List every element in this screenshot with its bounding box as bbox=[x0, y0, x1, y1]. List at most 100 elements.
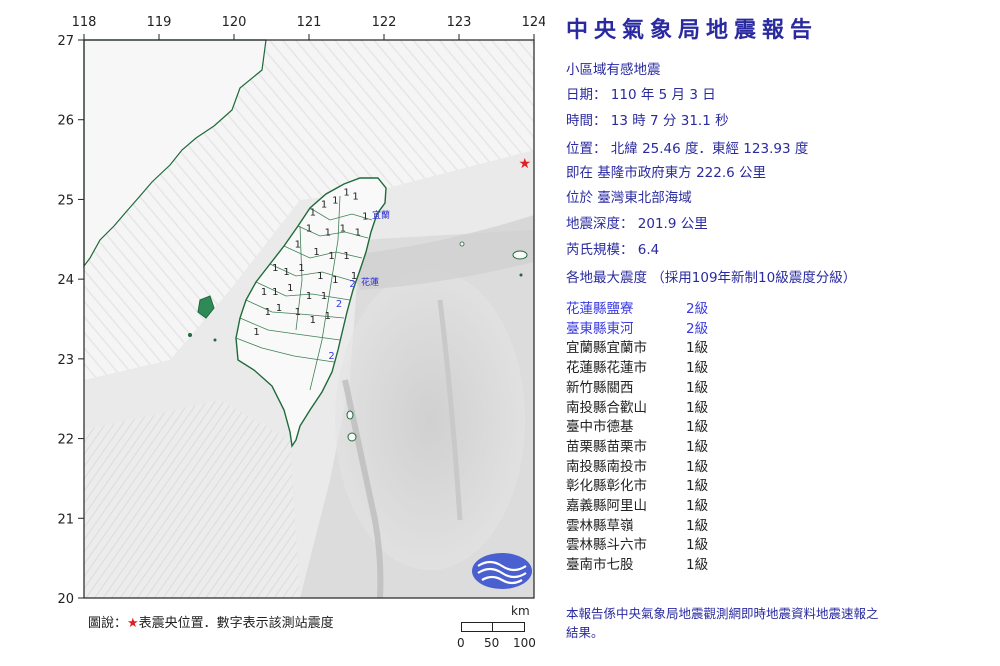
station-intensity: 2級 bbox=[686, 301, 709, 317]
station-name: 新竹縣關西 bbox=[566, 379, 634, 396]
station-intensity: 1級 bbox=[686, 517, 709, 534]
map-canvas: 118 119 120 121 122 123 1242726252423222120 11… bbox=[57, 15, 545, 607]
city-label-hualien: 花蓮 bbox=[361, 276, 379, 288]
scale-bar-mid bbox=[492, 622, 493, 632]
islet bbox=[188, 333, 192, 337]
station-intensity-mark: 1 bbox=[295, 307, 301, 318]
legend-prefix: 圖說： bbox=[88, 616, 128, 631]
map-legend: 圖說：★表震央位置．數字表示該測站震度 bbox=[88, 612, 334, 631]
station-intensity-mark: 1 bbox=[306, 223, 312, 234]
station-name: 南投縣南投市 bbox=[566, 458, 647, 475]
lat-tick-label: 23 bbox=[57, 353, 74, 368]
intensity-heading: 各地最大震度 （採用109年新制10級震度分級） bbox=[566, 270, 857, 286]
station-intensity-mark: 1 bbox=[310, 207, 316, 218]
yonaguni-island bbox=[512, 250, 528, 260]
lon-tick-label: 123 bbox=[447, 15, 472, 30]
lon-tick-label: 122 bbox=[372, 15, 397, 30]
station-intensity-mark: 1 bbox=[287, 283, 293, 294]
station-name: 雲林縣草嶺 bbox=[566, 517, 634, 534]
station-intensity: 2級 bbox=[686, 320, 709, 337]
station-name: 宜蘭縣宜蘭市 bbox=[566, 340, 647, 357]
green-island bbox=[346, 410, 354, 420]
lon-tick-label: 121 bbox=[297, 15, 322, 30]
station-intensity-mark: 1 bbox=[343, 251, 349, 262]
station-intensity-mark: 1 bbox=[310, 315, 316, 326]
map-area: 118 119 120 121 122 123 124 27 26 25 24 23 22 21 20 11… bbox=[0, 0, 545, 666]
station-intensity: 1級 bbox=[686, 557, 709, 574]
station-intensity-mark: 1 bbox=[355, 227, 361, 238]
report-footnote: 本報告係中央氣象局地震觀測網即時地震資料地震速報之結果。 bbox=[566, 606, 879, 640]
trench-shade bbox=[335, 270, 525, 570]
report-position: 位置： 北緯 25.46 度．東經 123.93 度 bbox=[566, 141, 809, 157]
station-name: 臺中市德基 bbox=[566, 419, 634, 436]
station-intensity-mark: 1 bbox=[295, 239, 301, 250]
station-intensity: 1級 bbox=[686, 458, 709, 475]
station-intensity-mark: 1 bbox=[261, 287, 267, 298]
scale-unit: km bbox=[511, 604, 530, 618]
station-name: 臺東縣東河 bbox=[566, 320, 634, 337]
station-name: 雲林縣斗六市 bbox=[566, 537, 647, 554]
legend-text: 表震央位置．數字表示該測站震度 bbox=[138, 616, 334, 631]
report-title: 中央氣象局地震報告 bbox=[566, 18, 819, 43]
station-intensity: 1級 bbox=[686, 537, 709, 554]
lat-tick-label: 26 bbox=[57, 114, 74, 129]
epicenter-star-icon: ★ bbox=[518, 156, 531, 172]
station-intensity-mark: 1 bbox=[317, 271, 323, 282]
station-intensity-mark: 1 bbox=[321, 199, 327, 210]
station-intensity-mark: 1 bbox=[265, 307, 271, 318]
lat-tick-label: 21 bbox=[57, 512, 74, 527]
report-time: 時間： 13 時 7 分 31.1 秒 bbox=[566, 113, 729, 129]
station-intensity: 1級 bbox=[686, 498, 709, 514]
station-intensity-mark: 1 bbox=[272, 263, 278, 274]
station-intensity-mark: 2 bbox=[336, 299, 342, 310]
city-label-yilan: 宜蘭 bbox=[372, 209, 390, 221]
scale-bar: km 0 50 100 bbox=[457, 604, 537, 654]
report-magnitude: 芮氏規模： 6.4 bbox=[566, 242, 660, 258]
earthquake-report-panel: 中央氣象局地震報告 小區域有感地震 日期： 110 年 5 月 3 日 時間： … bbox=[566, 0, 996, 666]
station-intensity-mark: 1 bbox=[321, 291, 327, 302]
report-region: 位於 臺灣東北部海域 bbox=[566, 190, 692, 206]
station-intensity: 1級 bbox=[686, 478, 709, 495]
report-subtitle: 小區域有感地震 bbox=[566, 62, 661, 78]
station-intensity-mark: 1 bbox=[362, 211, 368, 222]
station-intensity-mark: 1 bbox=[306, 291, 312, 302]
station-intensity-mark: 1 bbox=[272, 287, 278, 298]
lon-tick-label: 120 bbox=[222, 15, 247, 30]
station-name: 臺南市七股 bbox=[566, 557, 634, 574]
scale-label-100: 100 bbox=[513, 636, 536, 650]
lat-tick-label: 24 bbox=[57, 273, 74, 288]
station-intensity: 1級 bbox=[686, 360, 709, 377]
report-depth: 地震深度： 201.9 公里 bbox=[566, 216, 708, 232]
islet bbox=[519, 273, 523, 277]
station-intensity: 1級 bbox=[686, 438, 709, 455]
station-intensity-mark: 1 bbox=[340, 223, 346, 234]
station-intensity-mark: 1 bbox=[325, 311, 331, 322]
lon-tick-label: 119 bbox=[147, 15, 172, 30]
station-name: 花蓮縣花蓮市 bbox=[566, 360, 647, 377]
lat-tick-label: 22 bbox=[57, 433, 74, 448]
report-relative-location: 即在 基隆市政府東方 222.6 公里 bbox=[566, 165, 767, 181]
station-name: 花蓮縣鹽寮 bbox=[566, 301, 634, 317]
scale-label-0: 0 bbox=[457, 636, 465, 650]
station-intensity-mark: 2 bbox=[349, 279, 355, 290]
cwb-logo bbox=[472, 553, 532, 589]
station-intensity-mark: 1 bbox=[332, 275, 338, 286]
legend-star-icon: ★ bbox=[127, 616, 139, 631]
station-intensity-mark: 1 bbox=[343, 187, 349, 198]
station-intensity-mark: 1 bbox=[328, 251, 334, 262]
station-name: 南投縣合歡山 bbox=[566, 399, 647, 416]
station-intensity-mark: 2 bbox=[328, 351, 334, 362]
station-intensity: 1級 bbox=[686, 379, 709, 396]
station-intensity: 1級 bbox=[686, 340, 709, 357]
station-intensity: 1級 bbox=[686, 419, 709, 436]
report-date: 日期： 110 年 5 月 3 日 bbox=[566, 87, 716, 103]
station-intensity-mark: 1 bbox=[313, 247, 319, 258]
station-name: 苗栗縣苗栗市 bbox=[566, 438, 647, 455]
islet bbox=[459, 241, 465, 247]
station-intensity-mark: 1 bbox=[298, 263, 304, 274]
lon-tick-label: 124 bbox=[522, 15, 545, 30]
lat-tick-label: 20 bbox=[57, 592, 74, 607]
lon-tick-label: 118 bbox=[72, 15, 97, 30]
station-intensity-mark: 1 bbox=[253, 327, 259, 338]
scs-relief bbox=[84, 400, 300, 598]
